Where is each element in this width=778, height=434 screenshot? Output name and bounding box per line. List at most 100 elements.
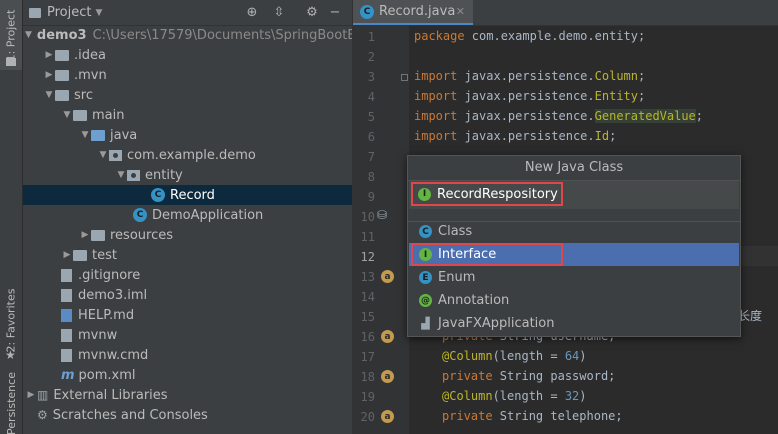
tree-item-com-example-demo[interactable]: ▼ com.example.demo [23, 145, 352, 165]
tree-item-idea[interactable]: ▶ .idea [23, 45, 352, 65]
class-name-input[interactable]: I RecordRespository [411, 182, 563, 206]
annotation: @Column [442, 389, 493, 403]
line-number: 11 [360, 230, 375, 244]
code-line-17[interactable]: @Column(length = 64) [442, 349, 587, 363]
tree-item-label: demo3.iml [78, 287, 148, 303]
code-line-3[interactable]: import javax.persistence.Column; [414, 69, 645, 83]
annotation-gutter-icon[interactable]: a [381, 410, 394, 423]
hide-panel-icon[interactable]: − [327, 4, 343, 20]
class-name: Id [594, 129, 610, 143]
tree-item-label: mvnw.cmd [78, 347, 149, 363]
tree-item-help-md[interactable]: HELP.md [23, 305, 352, 325]
class-icon: C [419, 225, 432, 238]
tree-item-mvnw[interactable]: mvnw [23, 325, 352, 345]
line-number: 12 [360, 250, 375, 264]
markdown-file-icon [61, 308, 72, 322]
annotation-gutter-icon[interactable]: a [381, 270, 394, 283]
project-panel-title: Project [47, 5, 92, 20]
folder-icon [55, 69, 69, 81]
collapsed-arrow-icon: ▶ [45, 50, 53, 60]
tree-item-pom-xml[interactable]: m pom.xml [23, 365, 352, 385]
file-icon [61, 348, 72, 362]
kind-option-class[interactable]: C Class [409, 220, 739, 243]
code-line-1[interactable]: package com.example.demo.entity; [414, 29, 645, 43]
class-name: GeneratedValue [594, 109, 696, 123]
expanded-arrow-icon: ▼ [63, 110, 71, 120]
tree-item-java[interactable]: ▼ java [23, 125, 352, 145]
tree-item-label: demo3 [36, 27, 87, 43]
line-number: 2 [367, 50, 375, 64]
expanded-arrow-icon: ▼ [117, 170, 125, 180]
left-tool-strip: 1: Project 2: Favorites ★ Persistence [0, 0, 23, 434]
line-number: 9 [367, 190, 375, 204]
tree-item-resources[interactable]: ▶ resources [23, 225, 352, 245]
code-line-18[interactable]: private String password; [442, 369, 615, 383]
expanded-arrow-icon: ▼ [25, 30, 32, 40]
file-icon [61, 288, 72, 302]
kind-option-enum[interactable]: E Enum [409, 266, 739, 289]
keyword: package [414, 29, 465, 43]
code-line-4[interactable]: import javax.persistence.Entity; [414, 89, 645, 103]
annotation-gutter-icon[interactable]: a [381, 370, 394, 383]
star-icon: ★ [5, 348, 16, 362]
persistence-tool-tab-label: Persistence [4, 371, 18, 434]
keyword: import [414, 69, 458, 83]
project-panel: Project ▼ ⊕ ⇳ ⚙ − ▼ demo3 C:\Users\17579… [23, 0, 363, 434]
folder-icon [73, 249, 87, 261]
interface-icon: I [418, 187, 431, 201]
tree-item-demo3[interactable]: ▼ demo3 C:\Users\17579\Documents\SpringB… [23, 25, 363, 45]
tree-item-demo-application[interactable]: C DemoApplication [23, 205, 352, 225]
fold-marker-icon[interactable] [401, 74, 408, 81]
tree-item-main[interactable]: ▼ main [23, 105, 352, 125]
code-line-20[interactable]: private String telephone; [442, 409, 623, 423]
tree-item-scratches[interactable]: ⚙ Scratches and Consoles [23, 405, 352, 425]
java-class-icon: C [360, 4, 374, 19]
tree-item-external-libraries[interactable]: ▶ ▥ External Libraries [23, 385, 352, 405]
code-text: javax.persistence. [457, 69, 595, 83]
project-tool-tab[interactable]: 1: Project [0, 0, 22, 70]
tree-item-mvnw-cmd[interactable]: mvnw.cmd [23, 345, 352, 365]
project-panel-header: Project ▼ ⊕ ⇳ ⚙ − [23, 0, 352, 26]
line-number: 6 [367, 130, 375, 144]
keyword: import [414, 109, 458, 123]
locate-icon[interactable]: ⊕ [244, 4, 260, 20]
project-view-selector[interactable]: Project ▼ [29, 5, 102, 20]
kind-option-interface[interactable]: I Interface [409, 243, 739, 266]
collapse-all-icon[interactable]: ⇳ [271, 4, 287, 20]
tree-item-demo3-iml[interactable]: demo3.iml [23, 285, 352, 305]
tab-record-java[interactable]: C Record.java ✕ [353, 0, 473, 25]
database-icon[interactable]: ⛁ [377, 208, 387, 222]
code-line-19[interactable]: @Column(length = 32) [442, 389, 587, 403]
library-icon: ▥ [37, 388, 49, 402]
project-tool-icon [6, 58, 16, 66]
collapsed-arrow-icon: ▶ [63, 250, 71, 260]
kind-option-annotation[interactable]: @ Annotation [409, 289, 739, 312]
line-number: 4 [367, 90, 375, 104]
gear-icon[interactable]: ⚙ [304, 4, 320, 20]
code-line-6[interactable]: import javax.persistence.Id; [414, 129, 616, 143]
tree-item-mvn[interactable]: ▶ .mvn [23, 65, 352, 85]
line-number: 14 [360, 290, 375, 304]
tree-item-label: External Libraries [53, 387, 168, 403]
number-literal: 32 [564, 389, 580, 403]
new-java-class-popup: New Java Class I RecordRespository C Cla… [407, 155, 741, 337]
tree-item-src[interactable]: ▼ src [23, 85, 352, 105]
annotation-gutter-icon[interactable]: a [381, 330, 394, 343]
line-number: 7 [367, 150, 375, 164]
line-number: 15 [360, 310, 375, 324]
close-icon[interactable]: ✕ [456, 5, 465, 18]
tree-item-gitignore[interactable]: .gitignore [23, 265, 352, 285]
expanded-arrow-icon: ▼ [81, 130, 89, 140]
tree-item-path: C:\Users\17579\Documents\SpringBootEx [92, 27, 364, 43]
tree-item-entity[interactable]: ▼ entity [23, 165, 352, 185]
class-name-input-row: I RecordRespository [409, 181, 739, 209]
tree-item-record[interactable]: C Record [23, 185, 352, 205]
maven-icon: m [61, 367, 75, 383]
tree-item-test[interactable]: ▶ test [23, 245, 352, 265]
code-line-5[interactable]: import javax.persistence.GeneratedValue; [414, 109, 703, 123]
favorites-tool-tab[interactable]: 2: Favorites ★ [0, 270, 22, 370]
kind-option-javafx-application[interactable]: ▟ JavaFXApplication [409, 312, 739, 335]
code-text: javax.persistence. [457, 129, 595, 143]
line-number: 3 [367, 70, 375, 84]
persistence-tool-tab[interactable]: Persistence [0, 372, 22, 434]
